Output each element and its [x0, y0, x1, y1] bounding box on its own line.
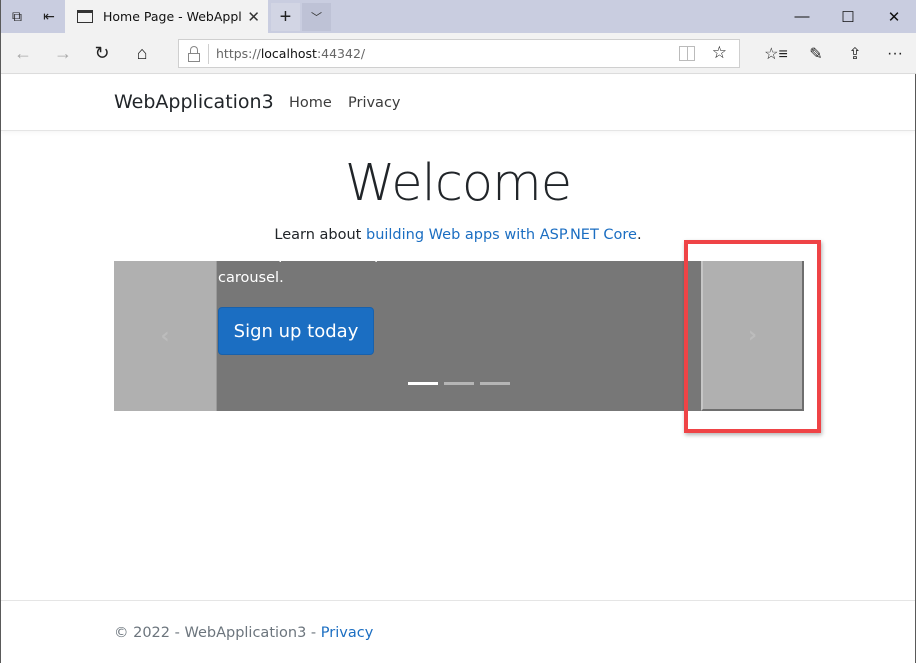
browser-tab[interactable]: Home Page - WebAppli ✕ — [65, 0, 268, 33]
carousel-indicator-1[interactable] — [408, 382, 438, 385]
address-divider — [208, 44, 209, 64]
notes-pen-icon[interactable]: ✎ — [796, 33, 836, 74]
carousel-indicators — [408, 382, 510, 385]
set-tabs-aside-icon[interactable]: ⧉ — [1, 0, 33, 33]
footer-text: © 2022 - WebApplication3 - Privacy — [114, 625, 374, 641]
carousel-caption-hidden: Some representative placeholder content … — [218, 261, 691, 263]
favorite-star-icon[interactable]: ☆ — [712, 43, 727, 63]
browser-toolbar: ← → ↻ ⌂ https://localhost:44342/ ☆ ☆≡ ✎ … — [1, 33, 916, 74]
refresh-icon[interactable]: ↻ — [82, 33, 122, 74]
forward-icon[interactable]: → — [43, 33, 83, 74]
home-icon[interactable]: ⌂ — [122, 33, 162, 74]
page-icon — [77, 10, 93, 23]
new-tab-button[interactable]: + — [271, 3, 300, 31]
tab-close-icon[interactable]: ✕ — [247, 8, 260, 26]
chevron-left-icon: ‹ — [160, 323, 170, 349]
web-page: WebApplication3 Home Privacy Welcome Lea… — [1, 75, 915, 663]
annotation-highlight-box — [684, 240, 821, 433]
sign-up-button[interactable]: Sign up today — [218, 307, 374, 355]
footer-privacy-link[interactable]: Privacy — [321, 625, 374, 641]
site-header: WebApplication3 Home Privacy — [1, 75, 915, 131]
carousel-prev-button[interactable]: ‹ — [114, 261, 217, 411]
page-title: Welcome — [344, 154, 572, 213]
site-footer: © 2022 - WebApplication3 - Privacy — [1, 600, 915, 663]
address-bar[interactable]: https://localhost:44342/ ☆ — [178, 39, 740, 68]
tab-menu-chevron-icon[interactable]: ﹀ — [302, 3, 331, 31]
carousel-indicator-3[interactable] — [480, 382, 510, 385]
carousel-caption: carousel. — [218, 270, 284, 286]
carousel-indicator-2[interactable] — [444, 382, 474, 385]
reading-view-icon[interactable] — [679, 46, 695, 61]
favorites-list-icon[interactable]: ☆≡ — [756, 33, 796, 74]
close-window-button[interactable]: ✕ — [871, 0, 916, 33]
minimize-button[interactable]: — — [779, 0, 825, 33]
lock-icon — [187, 46, 201, 62]
browser-titlebar: ⧉ ⇤ Home Page - WebAppli ✕ + ﹀ — ☐ ✕ — [1, 0, 916, 33]
nav-link-privacy[interactable]: Privacy — [348, 95, 401, 111]
maximize-button[interactable]: ☐ — [825, 0, 871, 33]
more-icon[interactable]: ··· — [875, 33, 915, 74]
share-icon[interactable]: ⇪ — [835, 33, 875, 74]
tab-title: Home Page - WebAppli — [103, 9, 241, 24]
nav-link-home[interactable]: Home — [289, 95, 332, 111]
learn-link[interactable]: building Web apps with ASP.NET Core — [366, 227, 637, 243]
tabs-aside-icon[interactable]: ⇤ — [33, 0, 65, 33]
url-text[interactable]: https://localhost:44342/ — [216, 46, 365, 61]
brand-link[interactable]: WebApplication3 — [114, 91, 274, 113]
back-icon[interactable]: ← — [3, 33, 43, 74]
